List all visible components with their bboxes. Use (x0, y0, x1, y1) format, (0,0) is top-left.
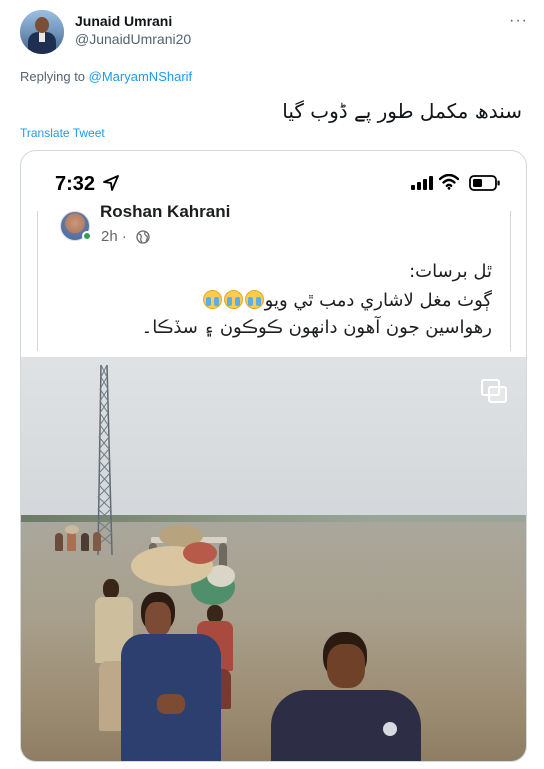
fb-post-line-2-text: ڳوٺ مغل لاشاري دمب ٿي ويو (264, 290, 492, 311)
battery-icon (469, 175, 500, 191)
phone-status-time: 7:32 (55, 173, 96, 195)
carried-sack (131, 542, 221, 588)
crying-emoji-icon (244, 290, 264, 309)
reply-mention-link[interactable]: @MaryamNSharif (89, 69, 193, 84)
man-dark-shirt (271, 632, 421, 761)
fullscreen-icon[interactable] (481, 379, 507, 403)
background-people (51, 525, 111, 565)
tweet: Junaid Umrani @JunaidUmrani20 ··· Replyi… (0, 0, 544, 769)
fb-post-time: 2h · (101, 228, 127, 245)
location-arrow-icon (103, 175, 119, 191)
tweet-text: سندھ مکمل طور پے ڈوب گیا (282, 99, 522, 123)
author-avatar[interactable] (20, 10, 64, 54)
flood-video-frame[interactable] (21, 357, 526, 761)
signal-icon (411, 176, 433, 190)
translate-tweet-link[interactable]: Translate Tweet (20, 126, 105, 140)
author-handle[interactable]: @JunaidUmrani20 (75, 31, 191, 47)
globe-icon (136, 230, 150, 244)
fb-author-name[interactable]: Roshan Kahrani (100, 202, 230, 222)
author-name[interactable]: Junaid Umrani (75, 13, 172, 29)
crying-emoji-icon (223, 290, 243, 309)
facebook-post: Roshan Kahrani 2h · ٿل برسات: ڳوٺ مغل لا… (37, 202, 511, 351)
online-indicator (82, 231, 92, 241)
replying-to: Replying to @MaryamNSharif (20, 69, 192, 84)
fb-post-line-2: ڳوٺ مغل لاشاري دمب ٿي ويو (202, 290, 492, 311)
wifi-icon (439, 174, 459, 190)
replying-prefix: Replying to (20, 69, 89, 84)
fb-post-line-1: ٿل برسات: (409, 261, 492, 282)
more-icon[interactable]: ··· (509, 12, 528, 30)
man-blue-shirt (117, 590, 229, 761)
fb-post-line-3: رهواسين جون آهون دانهون ڪوڪون ۽ سڏڪا۔ (141, 317, 492, 338)
crying-emoji-icon (202, 290, 222, 309)
media-screenshot[interactable]: 7:32 Roshan Kahrani 2h · ٿل برسات: ڳوٺ م… (20, 150, 527, 762)
